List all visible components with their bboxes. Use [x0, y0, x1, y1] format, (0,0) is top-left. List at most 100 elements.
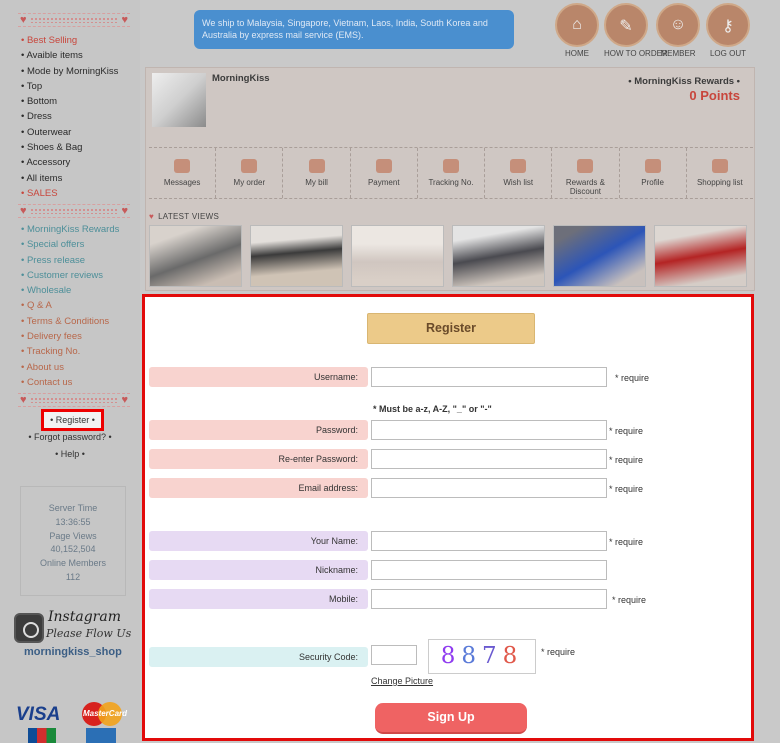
account-menu-label: Shopping list	[696, 178, 743, 187]
help-link[interactable]: • Help •	[14, 449, 126, 459]
sidebar-item[interactable]: Accessory	[21, 155, 118, 170]
change-picture-link[interactable]: Change Picture	[371, 676, 433, 686]
username-input[interactable]	[371, 367, 607, 387]
sign-up-button[interactable]: Sign Up	[375, 703, 527, 734]
sidebar-item[interactable]: Avaible items	[21, 48, 118, 63]
heart-icon: ♥	[149, 212, 155, 221]
hearts-divider: ♥ ♥	[18, 393, 130, 407]
info-menu: MorningKiss RewardsSpecial offersPress r…	[21, 222, 119, 390]
sidebar-item[interactable]: Best Selling	[21, 33, 118, 48]
product-thumbnail[interactable]	[351, 225, 444, 287]
sidebar-item[interactable]: MorningKiss Rewards	[21, 222, 119, 237]
sidebar-item[interactable]: Top	[21, 79, 118, 94]
sidebar-item[interactable]: Dress	[21, 109, 118, 124]
security-code-label: Security Code:	[149, 647, 368, 667]
nickname-input[interactable]	[371, 560, 607, 580]
heart-icon: ♥	[20, 394, 27, 406]
nav-logout[interactable]: ⚷ LOG OUT	[706, 3, 750, 58]
account-menu-item[interactable]: Payment	[351, 148, 418, 198]
page-views: 40,152,504	[50, 544, 96, 555]
account-menu-item[interactable]: My bill	[283, 148, 351, 198]
sidebar: ♥♥ Best SellingAvaible itemsMode by Morn…	[0, 0, 140, 743]
online-members: 112	[65, 571, 81, 582]
heart-icon: ♥	[20, 14, 27, 26]
account-menu-item[interactable]: Messages	[149, 148, 217, 198]
sidebar-item[interactable]: Contact us	[21, 375, 119, 390]
sidebar-item[interactable]: SALES	[21, 186, 118, 201]
sidebar-item[interactable]: Press release	[21, 253, 119, 268]
envelope-icon	[174, 159, 191, 173]
bag-icon	[711, 159, 728, 173]
register-title: Register	[367, 313, 535, 344]
security-code-input[interactable]	[371, 645, 417, 665]
account-menu-item[interactable]: Shopping list	[687, 148, 753, 198]
register-link[interactable]: • Register •	[41, 409, 104, 431]
nav-member[interactable]: ☺ MEMBER	[656, 3, 700, 58]
coin-icon	[308, 159, 325, 173]
instagram-handle[interactable]: morningkiss_shop	[24, 646, 122, 658]
product-thumbnail[interactable]	[553, 225, 646, 287]
require-note: * require	[609, 537, 644, 547]
password-label: Password:	[149, 420, 368, 440]
sidebar-item[interactable]: Outerwear	[21, 125, 118, 140]
truck-icon	[442, 159, 459, 173]
account-menu-label: Payment	[367, 178, 400, 187]
top-nav: ⌂ HOME ✎ HOW TO ORDER ☺ MEMBER ⚷ LOG OUT	[552, 3, 752, 61]
amex-logo	[86, 728, 116, 743]
account-menu-item[interactable]: Wish list	[485, 148, 553, 198]
heart-icon: ♥	[121, 205, 128, 217]
nav-how-to-order[interactable]: ✎ HOW TO ORDER	[604, 3, 668, 58]
reenter-password-label: Re-enter Password:	[149, 449, 368, 469]
account-menu-label: Profile	[641, 178, 664, 187]
sidebar-item[interactable]: Mode by MorningKiss	[21, 64, 118, 79]
mobile-label: Mobile:	[149, 589, 368, 609]
product-thumbnail[interactable]	[250, 225, 343, 287]
product-thumbnail[interactable]	[654, 225, 747, 287]
nav-home[interactable]: ⌂ HOME	[555, 3, 599, 58]
forgot-password-link[interactable]: • Forgot password? •	[14, 432, 126, 442]
nickname-label: Nickname:	[149, 560, 368, 580]
shipping-notice: We ship to Malaysia, Singapore, Vietnam,…	[194, 10, 514, 49]
jcb-logo	[28, 728, 56, 743]
your-name-label: Your Name:	[149, 531, 368, 551]
account-menu-item[interactable]: My order	[216, 148, 284, 198]
sidebar-item[interactable]: About us	[21, 360, 119, 375]
sidebar-item[interactable]: Shoes & Bag	[21, 140, 118, 155]
avatar	[152, 73, 206, 127]
sidebar-item[interactable]: Q & A	[21, 298, 119, 313]
password-input[interactable]	[371, 420, 607, 440]
server-stats: Server Time 13:36:55 Page Views 40,152,5…	[20, 486, 126, 596]
account-menu-item[interactable]: Tracking No.	[418, 148, 486, 198]
sidebar-item[interactable]: Tracking No.	[21, 344, 119, 359]
product-thumbnail[interactable]	[452, 225, 545, 287]
mobile-input[interactable]	[371, 589, 607, 609]
visa-logo: VISA	[16, 704, 61, 725]
card-icon	[375, 159, 392, 173]
your-name-input[interactable]	[371, 531, 607, 551]
sidebar-item[interactable]: Customer reviews	[21, 268, 119, 283]
email-input[interactable]	[371, 478, 607, 498]
sidebar-item[interactable]: Terms & Conditions	[21, 314, 119, 329]
key-icon: ⚷	[722, 18, 734, 35]
reenter-password-input[interactable]	[371, 449, 607, 469]
sidebar-item[interactable]: Delivery fees	[21, 329, 119, 344]
sidebar-item[interactable]: All items	[21, 171, 118, 186]
page-views-label: Page Views	[49, 530, 97, 541]
sidebar-item[interactable]: Special offers	[21, 237, 119, 252]
tag-icon: ✎	[619, 18, 633, 35]
latest-views-heading: ♥ LATEST VIEWS	[149, 212, 220, 221]
account-menu-item[interactable]: Rewards & Discount	[552, 148, 620, 198]
sidebar-item[interactable]: Bottom	[21, 94, 118, 109]
mastercard-logo: MasterCard	[82, 702, 127, 726]
account-menu-item[interactable]: Profile	[620, 148, 687, 198]
hearts-divider: ♥ ♥	[18, 204, 130, 218]
member-profile: MorningKiss • MorningKiss Rewards • 0 Po…	[145, 67, 755, 291]
account-menu-label: Rewards & Discount	[565, 178, 605, 196]
email-label: Email address:	[149, 478, 368, 498]
rewards-points: 0 Points	[689, 88, 740, 103]
instagram-block[interactable]: Instagram Please Flow Us morningkiss_sho…	[14, 609, 136, 665]
rewards-label: • MorningKiss Rewards •	[628, 76, 740, 87]
product-thumbnail[interactable]	[149, 225, 242, 287]
hearts-divider: ♥ ♥	[18, 13, 130, 27]
sidebar-item[interactable]: Wholesale	[21, 283, 119, 298]
